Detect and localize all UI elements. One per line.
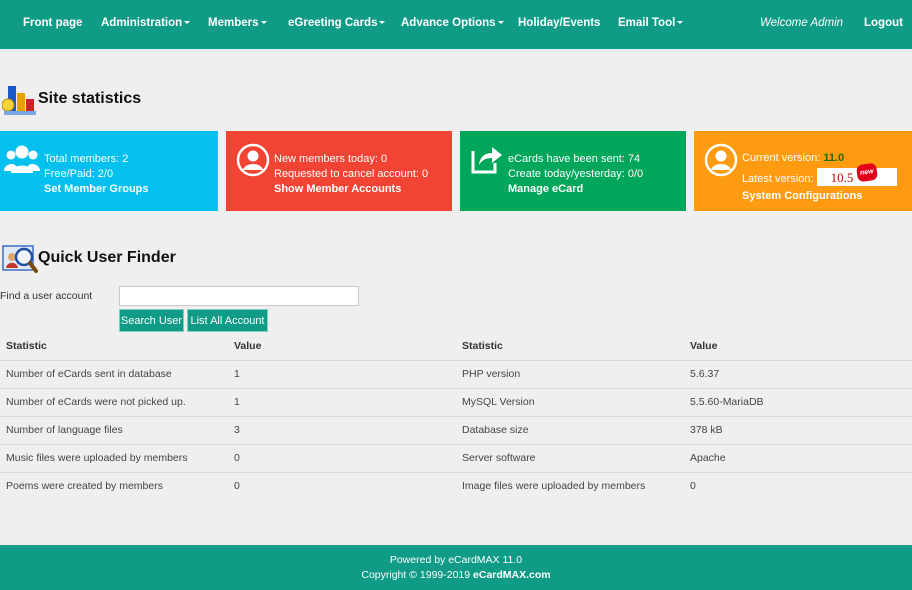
users-icon xyxy=(4,145,40,173)
caret-down-icon xyxy=(379,21,386,24)
nav-administration-label: Administration xyxy=(101,17,183,29)
table-header: Value xyxy=(228,332,456,361)
find-user-input[interactable] xyxy=(119,286,359,306)
table-cell: 1 xyxy=(228,388,456,417)
table-row: Number of eCards sent in database 1 PHP … xyxy=(0,360,912,389)
welcome-text: Welcome Admin xyxy=(760,17,844,29)
copyright-prefix: Copyright © 1999-2019 xyxy=(361,569,474,581)
find-user-label: Find a user account xyxy=(0,290,93,302)
create-today-text: Create today/yesterday: 0/0 xyxy=(508,168,644,180)
table-row: Number of language files 3 Database size… xyxy=(0,416,912,445)
latest-version-box: 10.5 new xyxy=(816,162,897,186)
site-statistics-title: Site statistics xyxy=(38,90,142,107)
table-cell: 378 kB xyxy=(684,416,912,445)
table-header: Statistic xyxy=(456,332,684,361)
nav-advance-options-label: Advance Options xyxy=(401,17,496,29)
table-header: Statistic xyxy=(0,332,228,361)
table-cell: MySQL Version xyxy=(456,388,684,417)
caret-down-icon xyxy=(260,21,267,24)
top-navbar: Front page Administration Members eGreet… xyxy=(0,0,912,49)
latest-version-label: Latest version: xyxy=(742,173,817,185)
table-cell: Poems were created by members xyxy=(6,480,163,493)
members-stat-box: Total members: 2 Free/Paid: 2/0 Set Memb… xyxy=(0,131,218,211)
statistics-table: Statistic Value Statistic Value Number o… xyxy=(0,332,912,500)
footer: Powered by eCardMAX 11.0 Copyright © 199… xyxy=(0,545,912,590)
table-cell: Number of language files xyxy=(0,416,228,445)
version-stat-box: Current version: 11.0 Latest version: 10… xyxy=(694,131,912,211)
nav-egreeting-cards-label: eGreeting Cards xyxy=(288,17,378,29)
table-cell: 5.5.60-MariaDB xyxy=(684,388,912,417)
user-circle-icon xyxy=(704,143,738,177)
nav-email-tool[interactable]: Email Tool xyxy=(618,17,684,29)
table-cell: Number of eCards sent in database xyxy=(0,360,228,389)
cancel-account-text: Requested to cancel account: 0 xyxy=(274,168,429,180)
ecards-stat-box: eCards have been sent: 74 Create today/y… xyxy=(460,131,686,211)
chart-blocks-icon xyxy=(2,86,36,115)
table-cell: Music files were uploaded by members xyxy=(0,444,228,473)
ecards-sent-text: eCards have been sent: 74 xyxy=(508,153,641,165)
table-row: Number of eCards were not picked up. 1 M… xyxy=(0,388,912,417)
user-search-icon xyxy=(2,245,38,273)
brand-link[interactable]: eCardMAX.com xyxy=(473,569,551,581)
table-row: Music files were uploaded by members 0 S… xyxy=(0,444,912,473)
nav-administration[interactable]: Administration xyxy=(101,17,191,29)
user-circle-icon xyxy=(236,143,270,177)
new-members-today-text: New members today: 0 xyxy=(274,153,388,165)
list-all-account-button[interactable]: List All Account xyxy=(187,309,268,332)
table-cell: 5.6.37 xyxy=(684,360,912,389)
free-paid-text: Free/Paid: 2/0 xyxy=(44,168,114,180)
table-cell: 3 xyxy=(228,416,456,445)
table-cell: 0 xyxy=(234,480,240,493)
latest-version-text: Latest version: 10.5 new xyxy=(742,162,897,187)
caret-down-icon xyxy=(497,21,504,24)
latest-version-value: 10.5 xyxy=(830,170,854,185)
table-cell: Image files were uploaded by members xyxy=(462,480,646,493)
powered-by-text: Powered by eCardMAX 11.0 xyxy=(389,554,523,566)
current-version-value: 11.0 xyxy=(823,152,845,164)
new-badge: new xyxy=(855,162,878,183)
nav-email-tool-label: Email Tool xyxy=(618,17,676,29)
set-member-groups-link[interactable]: Set Member Groups xyxy=(44,182,149,197)
nav-members-label: Members xyxy=(208,17,259,29)
search-user-button[interactable]: Search User xyxy=(119,309,184,332)
table-cell: Number of eCards were not picked up. xyxy=(0,388,228,417)
system-configurations-link[interactable]: System Configurations xyxy=(742,189,897,204)
nav-egreeting-cards[interactable]: eGreeting Cards xyxy=(288,17,386,29)
table-cell: 1 xyxy=(228,360,456,389)
manage-ecard-link[interactable]: Manage eCard xyxy=(508,182,643,197)
table-cell: PHP version xyxy=(456,360,684,389)
new-members-stat-box: New members today: 0 Requested to cancel… xyxy=(226,131,452,211)
table-header-row: Statistic Value Statistic Value xyxy=(0,332,912,361)
table-cell: Apache xyxy=(684,444,912,473)
logout-link[interactable]: Logout xyxy=(864,17,903,29)
table-cell: 0 xyxy=(690,480,696,493)
table-cell: 0 xyxy=(228,444,456,473)
show-member-accounts-link[interactable]: Show Member Accounts xyxy=(274,182,428,197)
table-cell: Server software xyxy=(456,444,684,473)
table-header: Value xyxy=(684,332,912,361)
nav-front-page[interactable]: Front page xyxy=(23,17,82,29)
current-version-label: Current version: xyxy=(742,152,824,164)
nav-holiday-events[interactable]: Holiday/Events xyxy=(518,17,600,29)
table-row: Poems were created by members 0 Image fi… xyxy=(0,472,912,500)
quick-user-finder-title: Quick User Finder xyxy=(38,249,176,266)
table-cell: Database size xyxy=(456,416,684,445)
caret-down-icon xyxy=(677,21,684,24)
nav-advance-options[interactable]: Advance Options xyxy=(401,17,504,29)
copyright-text: Copyright © 1999-2019 eCardMAX.com xyxy=(0,569,912,581)
share-icon xyxy=(471,147,502,174)
nav-members[interactable]: Members xyxy=(208,17,267,29)
total-members-text: Total members: 2 xyxy=(44,153,129,165)
caret-down-icon xyxy=(184,21,191,24)
